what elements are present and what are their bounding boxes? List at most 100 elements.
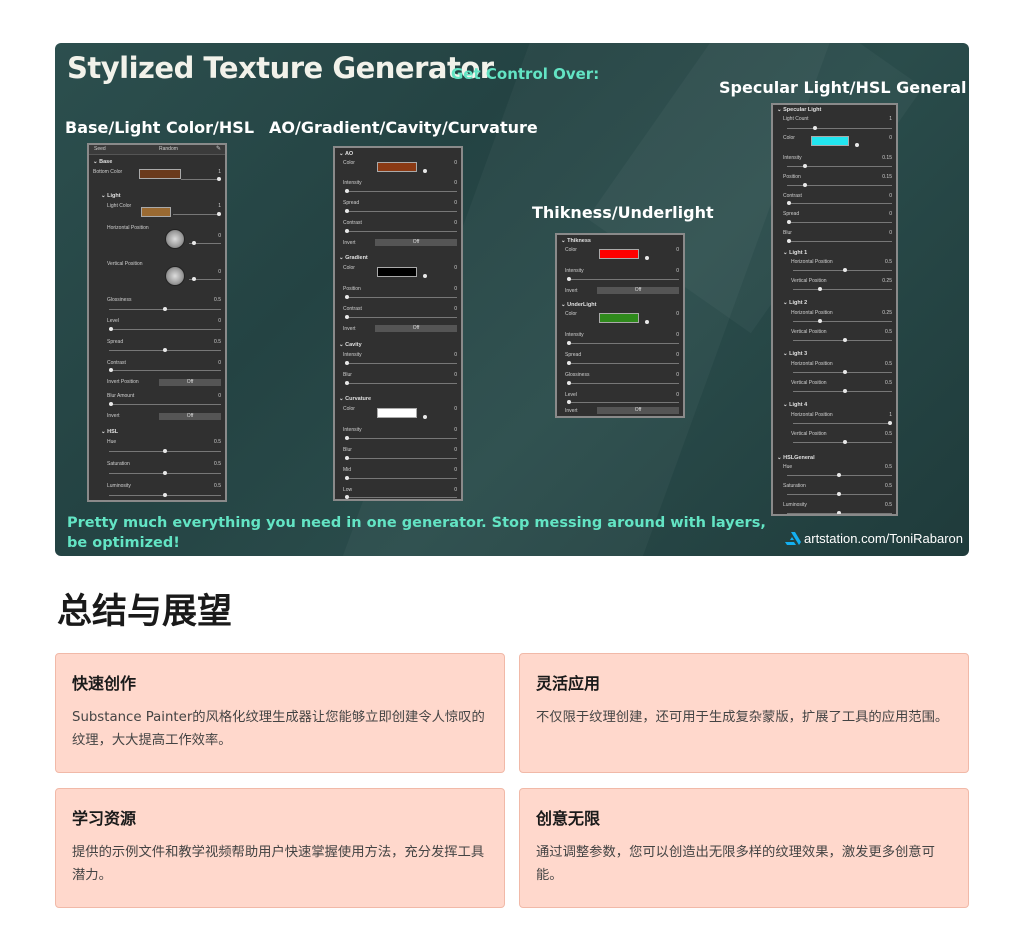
slider-knob[interactable] — [888, 421, 892, 425]
slider-knob[interactable] — [345, 189, 349, 193]
slider-knob[interactable] — [163, 348, 167, 352]
slider-knob[interactable] — [423, 274, 427, 278]
slider-knob[interactable] — [837, 511, 841, 514]
light-header[interactable]: ⌄ Light — [101, 193, 221, 199]
slider-knob[interactable] — [163, 493, 167, 497]
ao-color-swatch[interactable] — [377, 162, 417, 172]
slider-track[interactable] — [793, 321, 892, 322]
slider-track[interactable] — [345, 478, 457, 479]
slider-knob[interactable] — [645, 256, 649, 260]
slider-knob[interactable] — [109, 368, 113, 372]
slider-knob[interactable] — [163, 471, 167, 475]
slider-knob[interactable] — [192, 241, 196, 245]
light2-header[interactable]: ⌄ Light 2 — [783, 300, 892, 306]
vpos-dial[interactable] — [165, 266, 185, 286]
slider-track[interactable] — [787, 128, 892, 129]
slider-knob[interactable] — [345, 361, 349, 365]
ao-invert-toggle[interactable]: Off — [375, 239, 457, 246]
light4-header[interactable]: ⌄ Light 4 — [783, 402, 892, 408]
cavity-header[interactable]: ⌄ Cavity — [339, 342, 457, 348]
slider-knob[interactable] — [345, 209, 349, 213]
slider-track[interactable] — [109, 329, 221, 330]
slider-knob[interactable] — [567, 341, 571, 345]
slider-track[interactable] — [567, 402, 679, 403]
slider-knob[interactable] — [803, 183, 807, 187]
curvature-header[interactable]: ⌄ Curvature — [339, 396, 457, 402]
slider-knob[interactable] — [423, 415, 427, 419]
slider-knob[interactable] — [843, 389, 847, 393]
slider-track[interactable] — [181, 179, 221, 180]
slider-knob[interactable] — [803, 164, 807, 168]
thikness-header[interactable]: ⌄ Thikness — [561, 238, 679, 244]
slider-knob[interactable] — [345, 436, 349, 440]
slider-track[interactable] — [345, 191, 457, 192]
slider-knob[interactable] — [567, 381, 571, 385]
spec-color-swatch[interactable] — [811, 136, 849, 146]
slider-track[interactable] — [787, 241, 892, 242]
slider-knob[interactable] — [843, 268, 847, 272]
slider-knob[interactable] — [645, 320, 649, 324]
slider-track[interactable] — [787, 222, 892, 223]
slider-track[interactable] — [345, 458, 457, 459]
grad-invert-toggle[interactable]: Off — [375, 325, 457, 332]
slider-knob[interactable] — [787, 220, 791, 224]
slider-track[interactable] — [567, 383, 679, 384]
hsl-header[interactable]: ⌄ HSL — [101, 429, 221, 435]
slider-knob[interactable] — [787, 239, 791, 243]
slider-track[interactable] — [173, 214, 221, 215]
slider-track[interactable] — [345, 297, 457, 298]
credit-text[interactable]: artstation.com/ToniRabaron — [804, 531, 963, 546]
slider-track[interactable] — [787, 203, 892, 204]
slider-knob[interactable] — [567, 277, 571, 281]
slider-knob[interactable] — [345, 381, 349, 385]
slider-knob[interactable] — [217, 212, 221, 216]
slider-knob[interactable] — [567, 400, 571, 404]
slider-knob[interactable] — [163, 449, 167, 453]
light-color-swatch[interactable] — [141, 207, 171, 217]
slider-track[interactable] — [345, 497, 457, 498]
slider-knob[interactable] — [345, 315, 349, 319]
underlight-header[interactable]: ⌄ UnderLight — [561, 302, 679, 308]
slider-track[interactable] — [345, 231, 457, 232]
thik-color-swatch[interactable] — [599, 249, 639, 259]
slider-knob[interactable] — [855, 143, 859, 147]
hpos-dial[interactable] — [165, 229, 185, 249]
slider-knob[interactable] — [818, 287, 822, 291]
slider-track[interactable] — [793, 289, 892, 290]
slider-knob[interactable] — [109, 327, 113, 331]
tab-random[interactable]: Random — [159, 146, 178, 152]
slider-track[interactable] — [567, 279, 679, 280]
slider-track[interactable] — [345, 317, 457, 318]
slider-knob[interactable] — [423, 169, 427, 173]
grad-color-swatch[interactable] — [377, 267, 417, 277]
slider-track[interactable] — [567, 343, 679, 344]
slider-knob[interactable] — [345, 495, 349, 499]
slider-track[interactable] — [109, 370, 221, 371]
light3-header[interactable]: ⌄ Light 3 — [783, 351, 892, 357]
base-header[interactable]: ⌄ Base — [93, 159, 221, 165]
slider-knob[interactable] — [787, 201, 791, 205]
slider-knob[interactable] — [109, 402, 113, 406]
slider-knob[interactable] — [813, 126, 817, 130]
slider-knob[interactable] — [217, 177, 221, 181]
slider-knob[interactable] — [345, 295, 349, 299]
slider-knob[interactable] — [345, 229, 349, 233]
slider-knob[interactable] — [843, 370, 847, 374]
slider-track[interactable] — [345, 438, 457, 439]
hsl-general-header[interactable]: ⌄ HSLGeneral — [777, 455, 892, 461]
slider-knob[interactable] — [163, 307, 167, 311]
pencil-icon[interactable]: ✎ — [216, 145, 221, 152]
slider-track[interactable] — [793, 423, 892, 424]
specular-header[interactable]: ⌄ Specular Light — [777, 107, 892, 113]
slider-track[interactable] — [109, 404, 221, 405]
slider-knob[interactable] — [843, 338, 847, 342]
bottom-color-swatch[interactable] — [139, 169, 181, 179]
invert-toggle[interactable]: Off — [159, 413, 221, 420]
slider-knob[interactable] — [192, 277, 196, 281]
tab-seed[interactable]: Seed — [94, 146, 106, 152]
gradient-header[interactable]: ⌄ Gradient — [339, 255, 457, 261]
slider-track[interactable] — [345, 211, 457, 212]
slider-knob[interactable] — [345, 476, 349, 480]
slider-knob[interactable] — [837, 473, 841, 477]
ao-header[interactable]: ⌄ AO — [339, 151, 457, 157]
